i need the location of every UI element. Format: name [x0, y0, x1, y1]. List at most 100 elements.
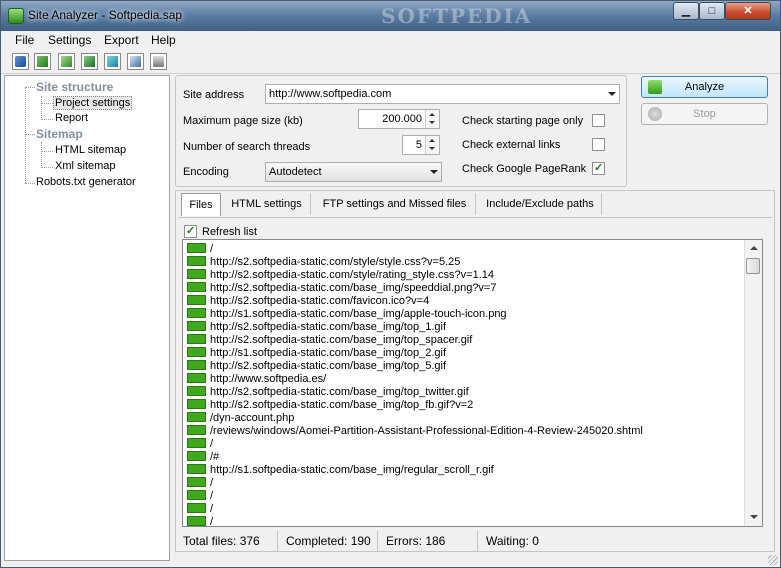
file-url: /dyn-account.php — [210, 412, 295, 424]
print-icon[interactable] — [150, 53, 167, 70]
vertical-scrollbar[interactable] — [744, 240, 762, 526]
threads-spinner[interactable]: 5 — [402, 135, 440, 155]
watermark-text: SOFTPEDIA — [381, 4, 533, 28]
file-url: /# — [210, 451, 220, 463]
status-bar-icon — [187, 321, 206, 332]
file-row[interactable]: http://s1.softpedia-static.com/base_img/… — [187, 308, 507, 321]
maximize-button[interactable]: □ — [699, 2, 725, 20]
title-bar[interactable]: Site Analyzer - Softpedia.sap SOFTPEDIA … — [1, 1, 780, 31]
status-completed: Completed: 190 — [278, 531, 378, 552]
file-row[interactable]: http://s2.softpedia-static.com/base_img/… — [187, 282, 496, 295]
max-page-size-spinner[interactable]: 200.000 — [358, 109, 440, 129]
file-row[interactable]: /dyn-account.php — [187, 412, 294, 425]
check-external-checkbox[interactable] — [592, 138, 605, 151]
file-url: http://s2.softpedia-static.com/base_img/… — [210, 360, 447, 372]
menu-settings[interactable]: Settings — [48, 33, 91, 47]
report-icon[interactable] — [127, 53, 144, 70]
refresh-list-checkbox[interactable] — [184, 224, 197, 238]
file-row[interactable]: http://s2.softpedia-static.com/base_img/… — [187, 360, 446, 373]
spinner-arrows-icon[interactable] — [425, 136, 439, 154]
status-bar-icon — [187, 451, 206, 462]
tree-report[interactable]: Report — [55, 112, 88, 124]
html-export-icon[interactable] — [104, 53, 121, 70]
file-row[interactable]: / — [187, 516, 214, 527]
app-window: Site Analyzer - Softpedia.sap SOFTPEDIA … — [0, 0, 781, 568]
scroll-up-icon[interactable] — [745, 240, 762, 257]
scroll-thumb[interactable] — [746, 258, 760, 274]
max-page-size-label: Maximum page size (kb) — [183, 115, 303, 127]
resize-grip-icon[interactable] — [768, 555, 778, 565]
file-row[interactable]: /# — [187, 451, 219, 464]
status-bar-icon — [187, 386, 206, 397]
close-button[interactable]: ✕ — [725, 2, 771, 20]
status-bar-icon — [187, 360, 206, 371]
file-row[interactable]: http://s2.softpedia-static.com/base_img/… — [187, 386, 469, 399]
excel-export-icon[interactable] — [34, 53, 51, 70]
status-bar-icon — [187, 490, 206, 501]
tree-html-sitemap[interactable]: HTML sitemap — [55, 144, 126, 156]
tab-html-settings[interactable]: HTML settings — [223, 193, 311, 215]
status-bar-icon — [187, 256, 206, 267]
analyze-button[interactable]: Analyze — [641, 76, 768, 98]
file-url: http://s2.softpedia-static.com/base_img/… — [210, 334, 473, 346]
status-bar-icon — [187, 347, 206, 358]
scroll-down-icon[interactable] — [745, 509, 762, 526]
file-row[interactable]: /reviews/windows/Aomei-Partition-Assista… — [187, 425, 643, 438]
file-row[interactable]: / — [187, 243, 213, 256]
check-pagerank-checkbox[interactable] — [592, 161, 605, 175]
tree-robots-generator[interactable]: Robots.txt generator — [36, 176, 136, 188]
status-bar: Total files: 376 Completed: 190 Errors: … — [175, 531, 775, 553]
stop-icon — [648, 107, 662, 121]
chevron-down-icon[interactable] — [608, 92, 616, 96]
chevron-down-icon[interactable] — [430, 170, 438, 174]
file-row[interactable]: / — [187, 490, 213, 503]
menu-file[interactable]: File — [15, 33, 34, 47]
file-row[interactable]: http://s1.softpedia-static.com/base_img/… — [187, 464, 494, 477]
tab-include-exclude[interactable]: Include/Exclude paths — [479, 193, 602, 215]
open-icon[interactable] — [12, 53, 29, 70]
file-row[interactable]: http://s2.softpedia-static.com/base_img/… — [187, 399, 473, 412]
menu-help[interactable]: Help — [151, 33, 176, 47]
tree-sitemap[interactable]: Sitemap — [36, 127, 83, 141]
file-url: http://s2.softpedia-static.com/base_img/… — [210, 282, 497, 294]
file-row[interactable]: http://www.softpedia.es/ — [187, 373, 326, 386]
tree-site-structure[interactable]: Site structure — [36, 80, 113, 94]
file-row[interactable]: http://s2.softpedia-static.com/style/rat… — [187, 269, 494, 282]
check-external-label: Check external links — [462, 139, 561, 151]
spinner-arrows-icon[interactable] — [425, 110, 439, 128]
file-row[interactable]: / — [187, 477, 213, 490]
minimize-button[interactable]: ▁ — [673, 2, 699, 20]
file-url: http://s2.softpedia-static.com/favicon.i… — [210, 295, 430, 307]
files-list[interactable]: / http://s2.softpedia-static.com/style/st… — [182, 239, 763, 527]
site-address-combo[interactable]: http://www.softpedia.com — [265, 84, 620, 104]
check-starting-page-checkbox[interactable] — [592, 114, 605, 127]
file-row[interactable]: http://s2.softpedia-static.com/base_img/… — [187, 321, 446, 334]
tab-files[interactable]: Files — [181, 193, 221, 216]
file-row[interactable]: http://s1.softpedia-static.com/base_img/… — [187, 347, 446, 360]
file-row[interactable]: http://s2.softpedia-static.com/base_img/… — [187, 334, 472, 347]
file-row[interactable]: http://s2.softpedia-static.com/favicon.i… — [187, 295, 429, 308]
file-row[interactable]: / — [187, 438, 213, 451]
status-bar-icon — [187, 308, 206, 319]
encoding-label: Encoding — [183, 166, 229, 178]
excel-icon[interactable] — [58, 53, 75, 70]
status-bar-icon — [187, 295, 206, 306]
csv-export-icon[interactable] — [81, 53, 98, 70]
threads-label: Number of search threads — [183, 141, 311, 153]
stop-button[interactable]: Stop — [641, 103, 768, 125]
file-url: / — [210, 503, 214, 515]
menu-export[interactable]: Export — [104, 33, 139, 47]
encoding-select[interactable]: Autodetect — [265, 162, 442, 182]
file-url: http://s1.softpedia-static.com/base_img/… — [210, 464, 494, 476]
file-row[interactable]: / — [187, 503, 213, 516]
status-bar-icon — [187, 503, 206, 514]
tree-project-settings[interactable]: Project settings — [53, 96, 133, 110]
file-url: http://www.softpedia.es/ — [210, 373, 327, 385]
status-bar-icon — [187, 269, 206, 280]
tree-xml-sitemap[interactable]: Xml sitemap — [55, 160, 116, 172]
tab-ftp-settings[interactable]: FTP settings and Missed files — [314, 193, 476, 215]
file-row[interactable]: http://s2.softpedia-static.com/style/sty… — [187, 256, 460, 269]
status-bar-icon — [187, 477, 206, 488]
status-bar-icon — [187, 334, 206, 345]
file-url: / — [210, 516, 214, 527]
